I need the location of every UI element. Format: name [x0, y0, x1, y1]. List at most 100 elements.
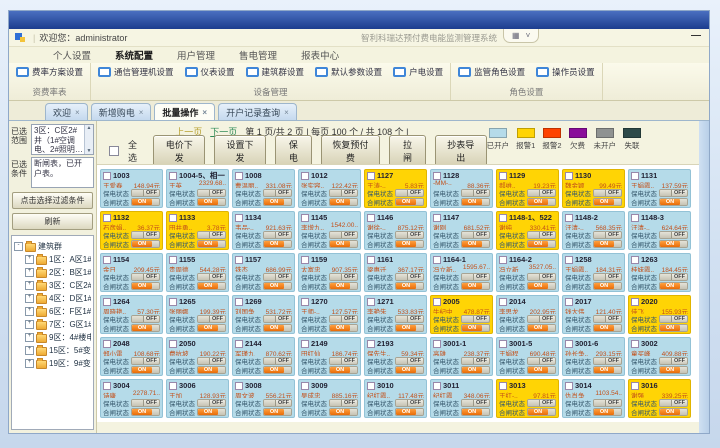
- meter-checkbox[interactable]: [103, 214, 111, 222]
- meter-card[interactable]: 2193保先生..59.34元保电状态OFF合闸状态ON: [364, 337, 427, 376]
- switch-toggle[interactable]: ON: [131, 324, 160, 332]
- tab-1[interactable]: 新增购电×: [91, 103, 152, 120]
- power-keep-toggle[interactable]: OFF: [527, 357, 556, 365]
- switch-toggle[interactable]: ON: [659, 198, 688, 206]
- tree-expand-icon[interactable]: +: [25, 294, 34, 303]
- power-keep-toggle[interactable]: OFF: [461, 399, 490, 407]
- tab-3[interactable]: 开户记录查询×: [218, 103, 297, 120]
- meter-card[interactable]: 3013王红-..97.81元保电状态OFF合闸状态ON: [496, 379, 559, 418]
- meter-card[interactable]: 1145李增九..1542.00..保电状态OFF合闸状态ON: [298, 211, 361, 250]
- meter-card[interactable]: 1154金日209.45元保电状态OFF合闸状态ON: [100, 253, 163, 292]
- meter-card[interactable]: 1263桂妹霞..184.45元保电状态OFF合闸状态ON: [628, 253, 691, 292]
- power-keep-toggle[interactable]: OFF: [659, 399, 688, 407]
- switch-toggle[interactable]: ON: [329, 324, 358, 332]
- ribbon-button-1-0[interactable]: 通信管理机设置: [98, 66, 174, 78]
- meter-card[interactable]: 2020佳飞155.93元保电状态OFF合闸状态ON: [628, 295, 691, 334]
- meter-checkbox[interactable]: [499, 256, 507, 264]
- switch-toggle[interactable]: ON: [659, 324, 688, 332]
- meter-checkbox[interactable]: [301, 214, 309, 222]
- meter-card[interactable]: 1148-2汪清-..568.35元保电状态OFF合闸状态ON: [562, 211, 625, 250]
- meter-card[interactable]: 1148-3汪清-..624.64元保电状态OFF合闸状态ON: [628, 211, 691, 250]
- power-keep-toggle[interactable]: OFF: [527, 315, 556, 323]
- meter-checkbox[interactable]: [433, 298, 441, 306]
- switch-toggle[interactable]: ON: [263, 282, 292, 290]
- tree-item-3[interactable]: +4区：D区1#井（D…: [14, 293, 91, 304]
- meter-card[interactable]: 1155贵周德544.28元保电状态OFF合闸状态ON: [166, 253, 229, 292]
- meter-card[interactable]: 3001-1高雄238.37元保电状态OFF合闸状态ON: [430, 337, 493, 376]
- switch-toggle[interactable]: ON: [395, 282, 424, 290]
- meter-checkbox[interactable]: [631, 214, 639, 222]
- switch-toggle[interactable]: ON: [659, 282, 688, 290]
- meter-checkbox[interactable]: [235, 256, 243, 264]
- power-keep-toggle[interactable]: OFF: [395, 231, 424, 239]
- power-keep-toggle[interactable]: OFF: [197, 399, 226, 407]
- meter-card[interactable]: 1265张丽娜199.39元保电状态OFF合闸状态ON: [166, 295, 229, 334]
- meter-checkbox[interactable]: [631, 340, 639, 348]
- power-keep-toggle[interactable]: OFF: [593, 273, 622, 281]
- ribbon-button-2-0[interactable]: 监管角色设置: [458, 66, 525, 78]
- meter-checkbox[interactable]: [631, 382, 639, 390]
- meter-checkbox[interactable]: [235, 382, 243, 390]
- power-keep-toggle[interactable]: OFF: [659, 189, 688, 197]
- switch-toggle[interactable]: ON: [527, 282, 556, 290]
- tab-close-icon[interactable]: ×: [284, 108, 289, 117]
- meter-card[interactable]: 1148-1、522谢纯330.41元保电状态OFF合闸状态ON: [496, 211, 559, 250]
- meter-card[interactable]: 1127王涛-..5.83元保电状态OFF合闸状态ON: [364, 169, 427, 208]
- meter-card[interactable]: 1131王娟霞..137.59元保电状态OFF合闸状态ON: [628, 169, 691, 208]
- power-keep-toggle[interactable]: OFF: [461, 273, 490, 281]
- switch-toggle[interactable]: ON: [659, 240, 688, 248]
- switch-toggle[interactable]: ON: [131, 240, 160, 248]
- ribbon-button-1-4[interactable]: 户电设置: [393, 66, 443, 78]
- ribbon-button-2-1[interactable]: 操作员设置: [536, 66, 595, 78]
- meter-checkbox[interactable]: [631, 172, 639, 180]
- switch-toggle[interactable]: ON: [527, 366, 556, 374]
- tree-expand-icon[interactable]: +: [25, 346, 34, 355]
- menu-item-4[interactable]: 报表中心: [301, 48, 339, 62]
- power-keep-toggle[interactable]: OFF: [593, 231, 622, 239]
- meter-card[interactable]: 1161梁惠迁367.17元保电状态OFF合闸状态ON: [364, 253, 427, 292]
- tool-button-3[interactable]: 恢复预付费: [321, 135, 380, 167]
- switch-toggle[interactable]: ON: [197, 240, 226, 248]
- switch-toggle[interactable]: ON: [329, 366, 358, 374]
- switch-toggle[interactable]: ON: [461, 198, 490, 206]
- meter-checkbox[interactable]: [235, 214, 243, 222]
- power-keep-toggle[interactable]: OFF: [659, 315, 688, 323]
- menu-item-0[interactable]: 个人设置: [53, 48, 91, 62]
- tree-item-0[interactable]: +1区：A区1#井: [14, 254, 91, 265]
- meter-checkbox[interactable]: [367, 382, 375, 390]
- power-keep-toggle[interactable]: OFF: [131, 231, 160, 239]
- meter-checkbox[interactable]: [169, 256, 177, 264]
- meter-checkbox[interactable]: [301, 298, 309, 306]
- meter-card[interactable]: 2048郑小雷108.68元保电状态OFF合闸状态ON: [100, 337, 163, 376]
- power-keep-toggle[interactable]: OFF: [329, 189, 358, 197]
- meter-checkbox[interactable]: [301, 340, 309, 348]
- choose-filter-button[interactable]: 点击选择过滤条件: [12, 192, 93, 209]
- meter-checkbox[interactable]: [301, 256, 309, 264]
- tree-item-6[interactable]: +9区：4#楼电井（4…: [14, 332, 91, 343]
- meter-card[interactable]: 3004诗康2278.71..保电状态OFF合闸状态ON: [100, 379, 163, 418]
- meter-checkbox[interactable]: [565, 172, 573, 180]
- meter-checkbox[interactable]: [235, 340, 243, 348]
- power-keep-toggle[interactable]: OFF: [461, 231, 490, 239]
- power-keep-toggle[interactable]: OFF: [131, 357, 160, 365]
- tab-close-icon[interactable]: ×: [75, 108, 80, 117]
- meter-card[interactable]: 1004-5、相一王英2329.68..保电状态OFF合闸状态ON: [166, 169, 229, 208]
- meter-card[interactable]: 3002童买峰409.88元保电状态OFF合闸状态ON: [628, 337, 691, 376]
- meter-checkbox[interactable]: [631, 256, 639, 264]
- meter-card[interactable]: 1264周晓艳..57.30元保电状态OFF合闸状态ON: [100, 295, 163, 334]
- power-keep-toggle[interactable]: OFF: [659, 273, 688, 281]
- switch-toggle[interactable]: ON: [527, 240, 556, 248]
- switch-toggle[interactable]: ON: [395, 408, 424, 416]
- meter-card[interactable]: 2005牛纪中478.87元保电状态OFF合闸状态ON: [430, 295, 493, 334]
- switch-toggle[interactable]: ON: [263, 198, 292, 206]
- meter-card[interactable]: 2017钱大伟121.40元保电状态OFF合闸状态ON: [562, 295, 625, 334]
- ribbon-button-1-1[interactable]: 仪表设置: [185, 66, 235, 78]
- meter-checkbox[interactable]: [235, 298, 243, 306]
- meter-checkbox[interactable]: [499, 298, 507, 306]
- selected-condition-box[interactable]: 断闸表，已开户表。: [31, 157, 94, 188]
- meter-checkbox[interactable]: [169, 340, 177, 348]
- power-keep-toggle[interactable]: OFF: [131, 189, 160, 197]
- meter-checkbox[interactable]: [565, 256, 573, 264]
- power-keep-toggle[interactable]: OFF: [329, 315, 358, 323]
- tree-item-5[interactable]: +7区：G区1#井: [14, 319, 91, 330]
